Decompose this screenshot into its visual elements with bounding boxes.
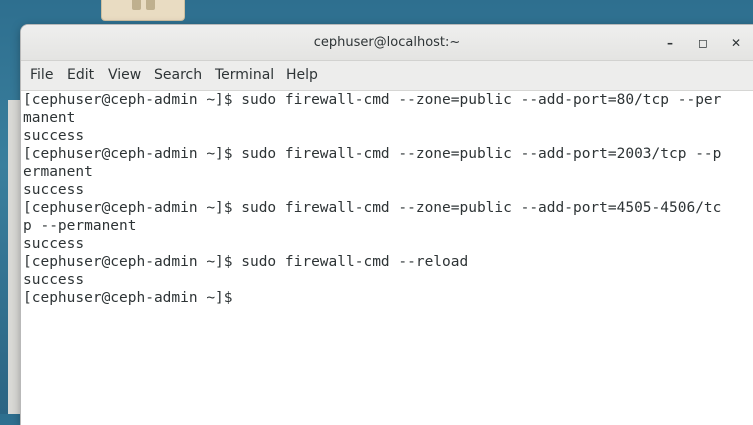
terminal-line: success bbox=[23, 272, 85, 288]
background-window-edge bbox=[8, 100, 21, 414]
terminal-prompt: [cephuser@ceph-admin ~]$ bbox=[23, 290, 242, 306]
terminal-line: ermanent bbox=[23, 164, 93, 180]
close-icon[interactable]: ✕ bbox=[727, 34, 745, 52]
titlebar[interactable]: cephuser@localhost:~ – ◻ ✕ bbox=[21, 25, 753, 61]
terminal-line: manent bbox=[23, 110, 76, 126]
menu-edit[interactable]: Edit bbox=[65, 61, 96, 90]
window-title: cephuser@localhost:~ bbox=[313, 35, 461, 50]
menu-help[interactable]: Help bbox=[284, 61, 320, 90]
menu-search[interactable]: Search bbox=[152, 61, 204, 90]
maximize-icon[interactable]: ◻ bbox=[694, 34, 712, 52]
minimize-icon[interactable]: – bbox=[661, 34, 679, 52]
terminal-output[interactable]: [cephuser@ceph-admin ~]$ sudo firewall-c… bbox=[21, 91, 753, 425]
menubar: File Edit View Search Terminal Help bbox=[21, 61, 753, 91]
desktop-folder-icon[interactable] bbox=[101, 0, 185, 21]
menu-view[interactable]: View bbox=[106, 61, 143, 90]
menu-file[interactable]: File bbox=[28, 61, 55, 90]
terminal-line: [cephuser@ceph-admin ~]$ sudo firewall-c… bbox=[23, 200, 722, 216]
terminal-line: success bbox=[23, 128, 85, 144]
terminal-line: success bbox=[23, 182, 85, 198]
terminal-line: [cephuser@ceph-admin ~]$ sudo firewall-c… bbox=[23, 254, 469, 270]
menu-terminal[interactable]: Terminal bbox=[213, 61, 276, 90]
terminal-line: [cephuser@ceph-admin ~]$ sudo firewall-c… bbox=[23, 146, 722, 162]
terminal-line: [cephuser@ceph-admin ~]$ sudo firewall-c… bbox=[23, 92, 722, 108]
terminal-window: cephuser@localhost:~ – ◻ ✕ File Edit Vie… bbox=[21, 25, 753, 425]
terminal-line: p --permanent bbox=[23, 218, 137, 234]
terminal-line: success bbox=[23, 236, 85, 252]
folder-glyph-icon bbox=[129, 0, 159, 10]
